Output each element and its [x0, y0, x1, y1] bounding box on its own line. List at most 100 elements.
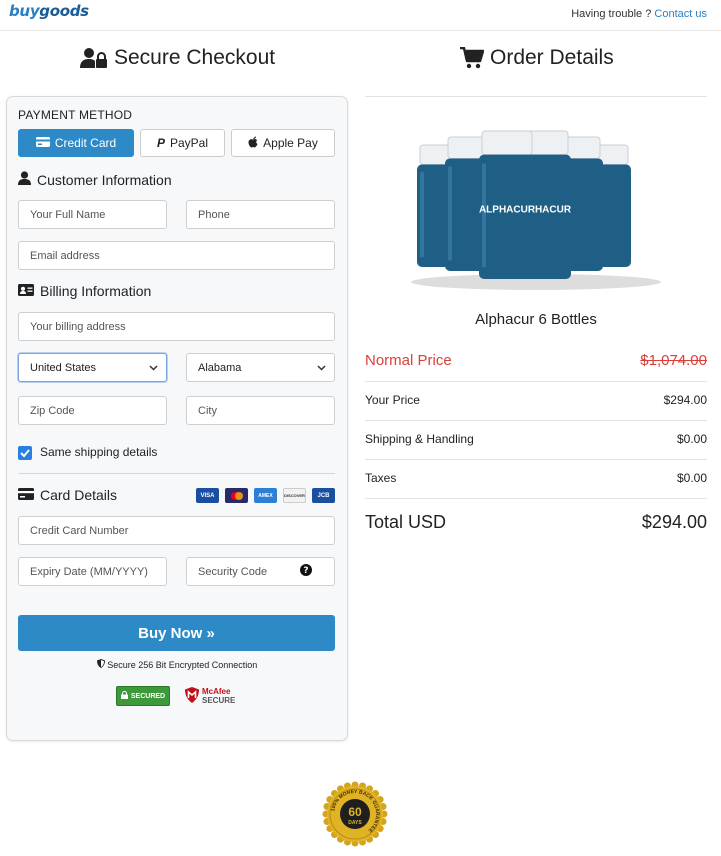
- normal-price-label: Normal Price: [365, 352, 452, 369]
- user-icon: [18, 171, 31, 188]
- your-price-label: Your Price: [365, 393, 420, 407]
- credit-card-icon: [35, 136, 50, 150]
- state-value: Alabama: [198, 361, 242, 374]
- zip-placeholder: Zip Code: [30, 404, 75, 417]
- seal-days-number: 60: [348, 805, 362, 819]
- mcafee-shield-icon: [185, 687, 199, 705]
- email-placeholder: Email address: [30, 249, 100, 262]
- secure-connection-text: Secure 256 Bit Encrypted Connection: [7, 659, 347, 670]
- credit-card-icon: [18, 487, 34, 503]
- product-name: Alphacur 6 Bottles: [475, 311, 597, 328]
- same-shipping-label[interactable]: Same shipping details: [40, 445, 157, 459]
- trouble-label: Having trouble ?: [571, 8, 652, 20]
- top-bar: buygoods Having trouble ? Contact us: [0, 0, 721, 31]
- state-select[interactable]: Alabama: [186, 353, 335, 382]
- credit-card-tab[interactable]: Credit Card: [18, 129, 134, 157]
- order-details-title-text: Order Details: [490, 46, 614, 69]
- customer-info-heading-text: Customer Information: [37, 171, 172, 188]
- card-details-heading: Card Details: [18, 487, 117, 503]
- shipping-label: Shipping & Handling: [365, 432, 474, 446]
- security-code-input[interactable]: Security Code ?: [186, 557, 335, 586]
- discover-card-icon: DISCOVER: [283, 488, 306, 503]
- secure-checkout-title: Secure Checkout: [80, 46, 275, 70]
- expiry-date-input[interactable]: Expiry Date (MM/YYYY): [18, 557, 167, 586]
- phone-input[interactable]: Phone: [186, 200, 335, 229]
- mcafee-secure-badge: McAfee SECURE: [185, 686, 235, 706]
- buygoods-logo[interactable]: buygoods: [9, 2, 89, 20]
- question-circle-icon[interactable]: ?: [300, 564, 312, 579]
- visa-card-icon: VISA: [196, 488, 219, 503]
- full-name-input[interactable]: Your Full Name: [18, 200, 167, 229]
- billing-info-heading: Billing Information: [18, 283, 151, 299]
- bottle-label-text: ALPHACUR: [479, 204, 536, 215]
- full-name-placeholder: Your Full Name: [30, 208, 106, 221]
- billing-info-heading-text: Billing Information: [40, 283, 152, 299]
- jcb-card-icon: JCB: [312, 488, 335, 503]
- same-shipping-checkbox[interactable]: [18, 446, 32, 460]
- order-top-divider: [365, 96, 707, 97]
- secured-badge-text: SECURED: [130, 692, 166, 700]
- chevron-down-icon: [149, 362, 158, 374]
- city-placeholder: City: [198, 404, 217, 417]
- email-input[interactable]: Email address: [18, 241, 335, 270]
- billing-address-input[interactable]: Your billing address: [18, 312, 335, 341]
- secure-checkout-title-text: Secure Checkout: [114, 46, 276, 69]
- buy-now-button[interactable]: Buy Now »: [18, 615, 335, 651]
- taxes-label: Taxes: [365, 471, 397, 485]
- secure-connection-label: Secure 256 Bit Encrypted Connection: [107, 660, 258, 670]
- taxes-row: Taxes $0.00: [365, 471, 707, 485]
- payment-method-label: PAYMENT METHOD: [18, 108, 133, 122]
- taxes-value: $0.00: [676, 471, 707, 485]
- amex-card-icon: AMEX: [254, 488, 277, 503]
- lock-icon: [120, 691, 128, 701]
- card-number-input[interactable]: Credit Card Number: [18, 516, 335, 545]
- zip-code-input[interactable]: Zip Code: [18, 396, 167, 425]
- user-lock-icon: [80, 47, 108, 69]
- apple-pay-tab[interactable]: Apple Pay: [231, 129, 335, 157]
- help-text: Having trouble ? Contact us: [571, 8, 707, 20]
- total-label: Total USD: [365, 512, 447, 532]
- customer-info-heading: Customer Information: [18, 171, 172, 188]
- shipping-value: $0.00: [676, 432, 707, 446]
- normal-price-value: $1,074.00: [640, 352, 707, 369]
- your-price-value: $294.00: [663, 393, 707, 407]
- divider: [365, 459, 707, 460]
- shopping-cart-icon: [460, 47, 484, 69]
- product-image: ALPHACURALPHACUR: [411, 130, 661, 290]
- mastercard-card-icon: [225, 488, 248, 503]
- seal-days-label: DAYS: [348, 820, 362, 826]
- apple-icon: [248, 136, 258, 151]
- chevron-down-icon: [317, 362, 326, 374]
- billing-address-placeholder: Your billing address: [30, 320, 126, 333]
- phone-placeholder: Phone: [198, 208, 230, 221]
- logo-goods-text: goods: [39, 2, 89, 20]
- apple-pay-tab-label: Apple Pay: [263, 136, 318, 150]
- credit-card-tab-label: Credit Card: [54, 136, 117, 150]
- your-price-row: Your Price $294.00: [365, 393, 707, 407]
- divider: [18, 473, 335, 474]
- mcafee-secure-text: SECURE: [202, 696, 236, 705]
- expiry-placeholder: Expiry Date (MM/YYYY): [30, 565, 148, 578]
- id-card-icon: [18, 283, 34, 299]
- money-back-guarantee-seal: 60 DAYS 100% MONEY BACK GUARANTEE: [322, 781, 388, 847]
- contact-us-link[interactable]: Contact us: [654, 8, 707, 20]
- paypal-tab[interactable]: P PayPal: [140, 129, 225, 157]
- checkmark-icon: [18, 447, 32, 464]
- country-select[interactable]: United States: [18, 353, 167, 382]
- shipping-row: Shipping & Handling $0.00: [365, 432, 707, 446]
- order-details-title: Order Details: [460, 46, 614, 70]
- total-row: Total USD $294.00: [365, 512, 707, 533]
- country-value: United States: [30, 361, 97, 374]
- divider: [365, 381, 707, 382]
- divider: [365, 420, 707, 421]
- logo-buy-text: buy: [9, 2, 40, 20]
- shield-icon: [96, 659, 105, 670]
- svg-text:?: ?: [303, 566, 308, 576]
- product-bottle: ALPHACUR: [479, 130, 536, 279]
- city-input[interactable]: City: [186, 396, 335, 425]
- card-number-placeholder: Credit Card Number: [30, 524, 129, 537]
- secured-badge: SECURED: [116, 686, 170, 706]
- security-code-placeholder: Security Code: [198, 565, 268, 578]
- checkout-panel: PAYMENT METHOD Credit Card P PayPal Appl…: [6, 96, 348, 741]
- paypal-icon: P: [156, 136, 165, 150]
